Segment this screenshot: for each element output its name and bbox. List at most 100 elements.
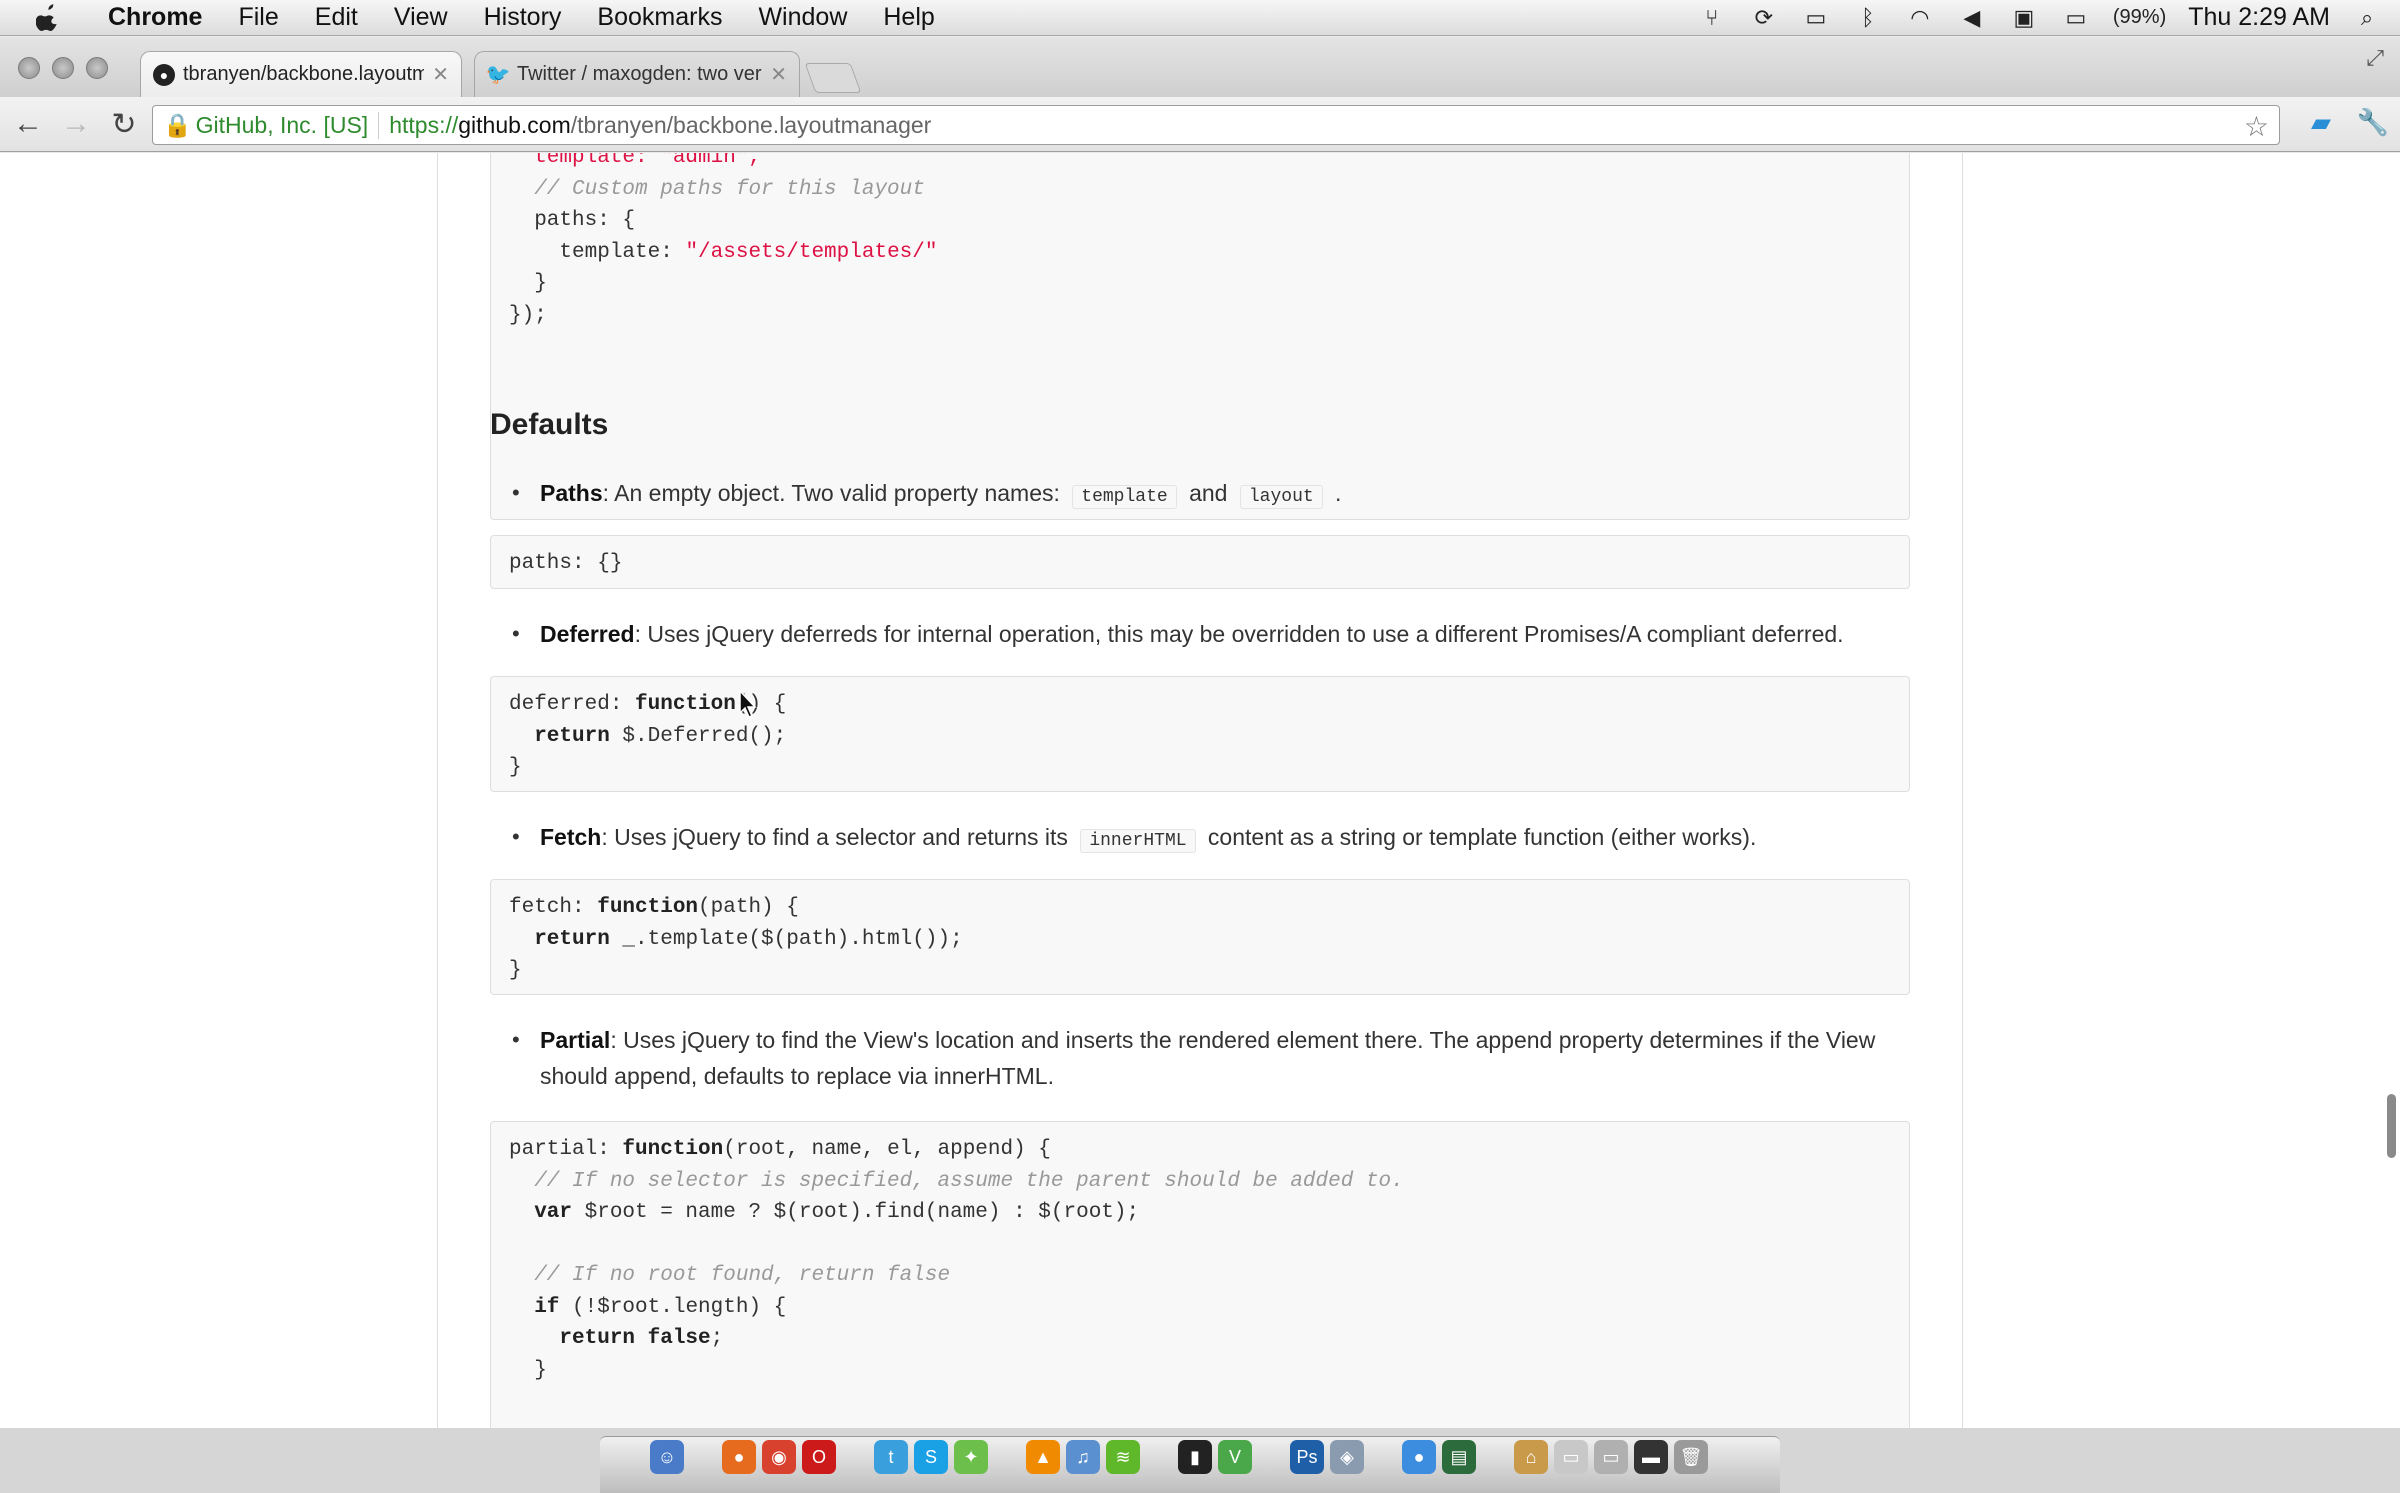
- menu-view[interactable]: View: [376, 0, 466, 36]
- page-viewport: template: "admin", // Custom paths for t…: [0, 153, 2400, 1428]
- menu-window[interactable]: Window: [740, 0, 865, 36]
- twitter-icon: 🐦: [485, 64, 511, 86]
- network-fork-icon[interactable]: ⑂: [1697, 5, 1727, 31]
- fetch-text: : Uses jQuery to find a selector and ret…: [601, 824, 1075, 850]
- forward-button[interactable]: →: [56, 104, 96, 144]
- battery-percent: (99%): [2112, 6, 2167, 28]
- menu-history[interactable]: History: [466, 0, 580, 36]
- documents-stack-icon[interactable]: ▭: [1554, 1440, 1588, 1474]
- paths-description: Paths: An empty object. Two valid proper…: [490, 475, 1910, 515]
- activity-monitor-icon[interactable]: ▤: [1442, 1440, 1476, 1474]
- code-template-value: "/assets/templates/": [685, 240, 938, 264]
- opera-icon[interactable]: O: [802, 1440, 836, 1474]
- paths-term: Paths: [540, 480, 603, 506]
- messages-icon[interactable]: ●: [1402, 1440, 1436, 1474]
- twitter-app-icon[interactable]: t: [874, 1440, 908, 1474]
- partial-text: : Uses jQuery to find the View's locatio…: [540, 1027, 1876, 1089]
- fetch-description: Fetch: Uses jQuery to find a selector an…: [490, 819, 1910, 859]
- virtualbox-icon[interactable]: ◈: [1330, 1440, 1364, 1474]
- home-folder-icon[interactable]: ⌂: [1514, 1440, 1548, 1474]
- code-block-deferred: deferred: function() { return $.Deferred…: [490, 676, 1910, 792]
- code-deferred-return: $.Deferred();: [609, 724, 787, 748]
- bluetooth-icon[interactable]: ᛒ: [1853, 5, 1883, 31]
- code-function-keyword: function: [635, 693, 736, 716]
- firefox-icon[interactable]: ●: [722, 1440, 756, 1474]
- spotlight-search-icon[interactable]: ⌕: [2352, 5, 2382, 31]
- input-source-icon[interactable]: ▣: [2009, 5, 2039, 31]
- screen-icon[interactable]: ▬: [1634, 1440, 1668, 1474]
- adium-icon[interactable]: ✦: [954, 1440, 988, 1474]
- code-block-paths: paths: {}: [490, 535, 1910, 589]
- code-return-false: return false: [509, 1327, 711, 1350]
- url-host: github.com: [458, 111, 571, 138]
- spotify-icon[interactable]: ≋: [1106, 1440, 1140, 1474]
- code-fetch-return: _.template($(path).html());: [609, 927, 963, 951]
- code-block-paths-config: template: "admin", // Custom paths for t…: [490, 153, 1910, 520]
- code-comment-custom-paths: // Custom paths for this layout: [509, 177, 925, 201]
- vlc-icon[interactable]: ▲: [1026, 1440, 1060, 1474]
- menu-edit[interactable]: Edit: [297, 0, 376, 36]
- itunes-icon[interactable]: ♫: [1066, 1440, 1100, 1474]
- code-if-condition: (!$root.length) {: [559, 1295, 787, 1319]
- readme-container: template: "admin", // Custom paths for t…: [437, 153, 1963, 1428]
- bookmark-star-icon[interactable]: ☆: [2244, 110, 2269, 143]
- zoom-window-button[interactable]: [86, 57, 108, 79]
- close-tab-icon[interactable]: ✕: [770, 62, 787, 87]
- volume-icon[interactable]: ◀: [1957, 5, 1987, 31]
- terminal-icon[interactable]: ▮: [1178, 1440, 1212, 1474]
- code-paths-open: paths: {: [509, 209, 636, 232]
- fetch-text-end: content as a string or template function…: [1201, 824, 1757, 850]
- window-controls: [18, 57, 108, 79]
- fullscreen-icon[interactable]: ⤢: [2366, 45, 2384, 71]
- code-deferred-close: }: [509, 756, 522, 779]
- ev-label: GitHub, Inc. [US]: [195, 111, 369, 138]
- apple-icon[interactable]: [30, 3, 66, 33]
- display-icon[interactable]: ▭: [1801, 5, 1831, 31]
- photoshop-icon[interactable]: Ps: [1290, 1440, 1324, 1474]
- menu-bookmarks[interactable]: Bookmarks: [579, 0, 740, 36]
- code-comment-no-selector: // If no selector is specified, assume t…: [509, 1169, 1404, 1193]
- deferred-term: Deferred: [540, 621, 635, 647]
- menu-help[interactable]: Help: [865, 0, 952, 36]
- trash-icon[interactable]: 🗑: [1674, 1440, 1708, 1474]
- code-paths-close: }: [509, 272, 547, 295]
- ev-certificate-badge[interactable]: 🔒 GitHub, Inc. [US]: [163, 111, 380, 139]
- wrench-menu-icon[interactable]: 🔧: [2356, 105, 2390, 139]
- code-function-keyword: function: [597, 896, 699, 919]
- close-window-button[interactable]: [18, 57, 40, 79]
- minimize-window-button[interactable]: [52, 57, 74, 79]
- extension-icon[interactable]: ▰: [2304, 105, 2338, 139]
- code-fetch-close: }: [509, 959, 522, 982]
- chrome-icon[interactable]: ◉: [762, 1440, 796, 1474]
- menubar-clock[interactable]: Thu 2:29 AM: [2188, 3, 2330, 32]
- vim-icon[interactable]: V: [1218, 1440, 1252, 1474]
- address-bar[interactable]: 🔒 GitHub, Inc. [US] https:// github.com …: [152, 105, 2280, 145]
- tab-github[interactable]: ● tbranyen/backbone.layoutm ✕: [140, 51, 462, 97]
- code-comment-no-root: // If no root found, return false: [509, 1264, 951, 1287]
- fetch-term: Fetch: [540, 824, 602, 850]
- code-paths-default: paths: {}: [509, 552, 623, 575]
- paths-end: .: [1328, 480, 1342, 506]
- tab-twitter[interactable]: 🐦 Twitter / maxogden: two ver ✕: [474, 51, 800, 97]
- menu-file[interactable]: File: [220, 0, 296, 36]
- code-var-keyword: var: [509, 1201, 573, 1224]
- code-partial-key: partial:: [509, 1138, 623, 1161]
- code-block-fetch: fetch: function(path) { return _.templat…: [490, 879, 1910, 995]
- dock-icons: ☺ ● ◉ O t S ✦ ▲ ♫ ≋ ▮ V Ps ◈ ● ▤ ⌂ ▭ ▭ ▬…: [650, 1440, 1708, 1474]
- battery-icon[interactable]: ▭: [2061, 5, 2091, 31]
- wifi-icon[interactable]: ◠: [1905, 5, 1935, 31]
- skype-icon[interactable]: S: [914, 1440, 948, 1474]
- reload-button[interactable]: ↻: [104, 104, 144, 144]
- tab-strip: ● tbranyen/backbone.layoutm ✕ 🐦 Twitter …: [0, 37, 2400, 97]
- back-button[interactable]: ←: [8, 104, 48, 144]
- code-template-key: template:: [509, 240, 686, 264]
- close-tab-icon[interactable]: ✕: [432, 62, 449, 87]
- downloads-stack-icon[interactable]: ▭: [1594, 1440, 1628, 1474]
- new-tab-button[interactable]: [804, 63, 862, 93]
- template-inline-code: template: [1072, 485, 1177, 509]
- finder-icon[interactable]: ☺: [650, 1440, 684, 1474]
- sync-icon[interactable]: ⟳: [1749, 5, 1779, 31]
- menu-chrome[interactable]: Chrome: [90, 0, 220, 36]
- vertical-scrollbar-thumb[interactable]: [2387, 1094, 2396, 1158]
- deferred-text: : Uses jQuery deferreds for internal ope…: [634, 621, 1844, 647]
